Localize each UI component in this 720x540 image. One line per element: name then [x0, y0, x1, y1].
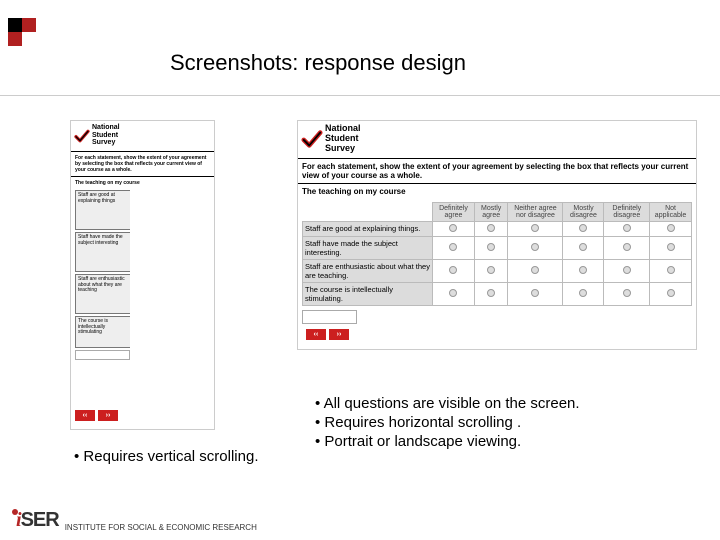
footer-org-text: INSTITUTE FOR SOCIAL & ECONOMIC RESEARCH [65, 523, 257, 532]
section-heading: The teaching on my course [298, 185, 696, 198]
bullet-item: Requires horizontal scrolling . [315, 414, 580, 431]
scale-header: Definitely agree [433, 202, 475, 221]
nss-logo: National Student Survey [71, 121, 214, 150]
radio-option[interactable] [579, 289, 587, 297]
bullet-item: Portrait or landscape viewing. [315, 433, 580, 450]
radio-option[interactable] [487, 289, 495, 297]
instruction-text: For each statement, show the extent of y… [298, 160, 696, 182]
narrow-screenshot: National Student Survey For each stateme… [70, 120, 215, 430]
footer-logo: iSER INSTITUTE FOR SOCIAL & ECONOMIC RES… [12, 509, 257, 532]
radio-option[interactable] [579, 224, 587, 232]
radio-option[interactable] [487, 224, 495, 232]
bullet-item: Requires vertical scrolling. [74, 448, 259, 465]
radio-option[interactable] [623, 289, 631, 297]
radio-option[interactable] [449, 266, 457, 274]
question-cell: Staff are enthusiastic about what they a… [75, 274, 130, 314]
radio-option[interactable] [579, 266, 587, 274]
check-icon [301, 128, 323, 150]
title-divider [0, 95, 720, 96]
slide-title: Screenshots: response design [170, 50, 466, 76]
prev-button[interactable]: ‹‹ [75, 410, 95, 421]
response-matrix: Definitely agree Mostly agree Neither ag… [302, 202, 692, 306]
left-bullets: Requires vertical scrolling. [74, 448, 259, 467]
radio-option[interactable] [667, 224, 675, 232]
scale-header: Not applicable [650, 202, 692, 221]
prev-button[interactable]: ‹‹ [306, 329, 326, 340]
radio-option[interactable] [531, 289, 539, 297]
radio-option[interactable] [623, 266, 631, 274]
radio-option[interactable] [487, 266, 495, 274]
radio-option[interactable] [623, 243, 631, 251]
wide-screenshot: National Student Survey For each stateme… [297, 120, 697, 350]
scale-header: Definitely disagree [604, 202, 650, 221]
table-row: Staff have made the subject interesting. [303, 236, 692, 259]
table-row: Staff are good at explaining things. [303, 221, 692, 236]
section-heading: The teaching on my course [71, 178, 214, 188]
radio-option[interactable] [623, 224, 631, 232]
radio-option[interactable] [449, 224, 457, 232]
radio-option[interactable] [487, 243, 495, 251]
radio-option[interactable] [449, 289, 457, 297]
check-icon [74, 128, 90, 144]
nss-logo: National Student Survey [298, 121, 696, 157]
radio-option[interactable] [667, 266, 675, 274]
bullet-item: All questions are visible on the screen. [315, 395, 580, 412]
next-button[interactable]: ›› [98, 410, 118, 421]
scale-header: Mostly agree [474, 202, 507, 221]
text-input-small [302, 310, 357, 324]
radio-option[interactable] [531, 243, 539, 251]
table-row: The course is intellectually stimulating… [303, 282, 692, 305]
text-input-small [75, 350, 130, 360]
question-cell: Staff are good at explaining things [75, 190, 130, 230]
radio-option[interactable] [667, 289, 675, 297]
radio-option[interactable] [579, 243, 587, 251]
instruction-text: For each statement, show the extent of y… [71, 153, 214, 175]
radio-option[interactable] [531, 224, 539, 232]
iser-icon: iSER [12, 509, 59, 532]
scale-header: Neither agree nor disagree [508, 202, 563, 221]
radio-option[interactable] [531, 266, 539, 274]
next-button[interactable]: ›› [329, 329, 349, 340]
radio-option[interactable] [449, 243, 457, 251]
radio-option[interactable] [667, 243, 675, 251]
scale-header: Mostly disagree [563, 202, 604, 221]
question-cell: Staff have made the subject interesting [75, 232, 130, 272]
question-cell: The course is intellectually stimulating [75, 316, 130, 348]
right-bullets: All questions are visible on the screen.… [315, 395, 580, 452]
table-row: Staff are enthusiastic about what they a… [303, 259, 692, 282]
